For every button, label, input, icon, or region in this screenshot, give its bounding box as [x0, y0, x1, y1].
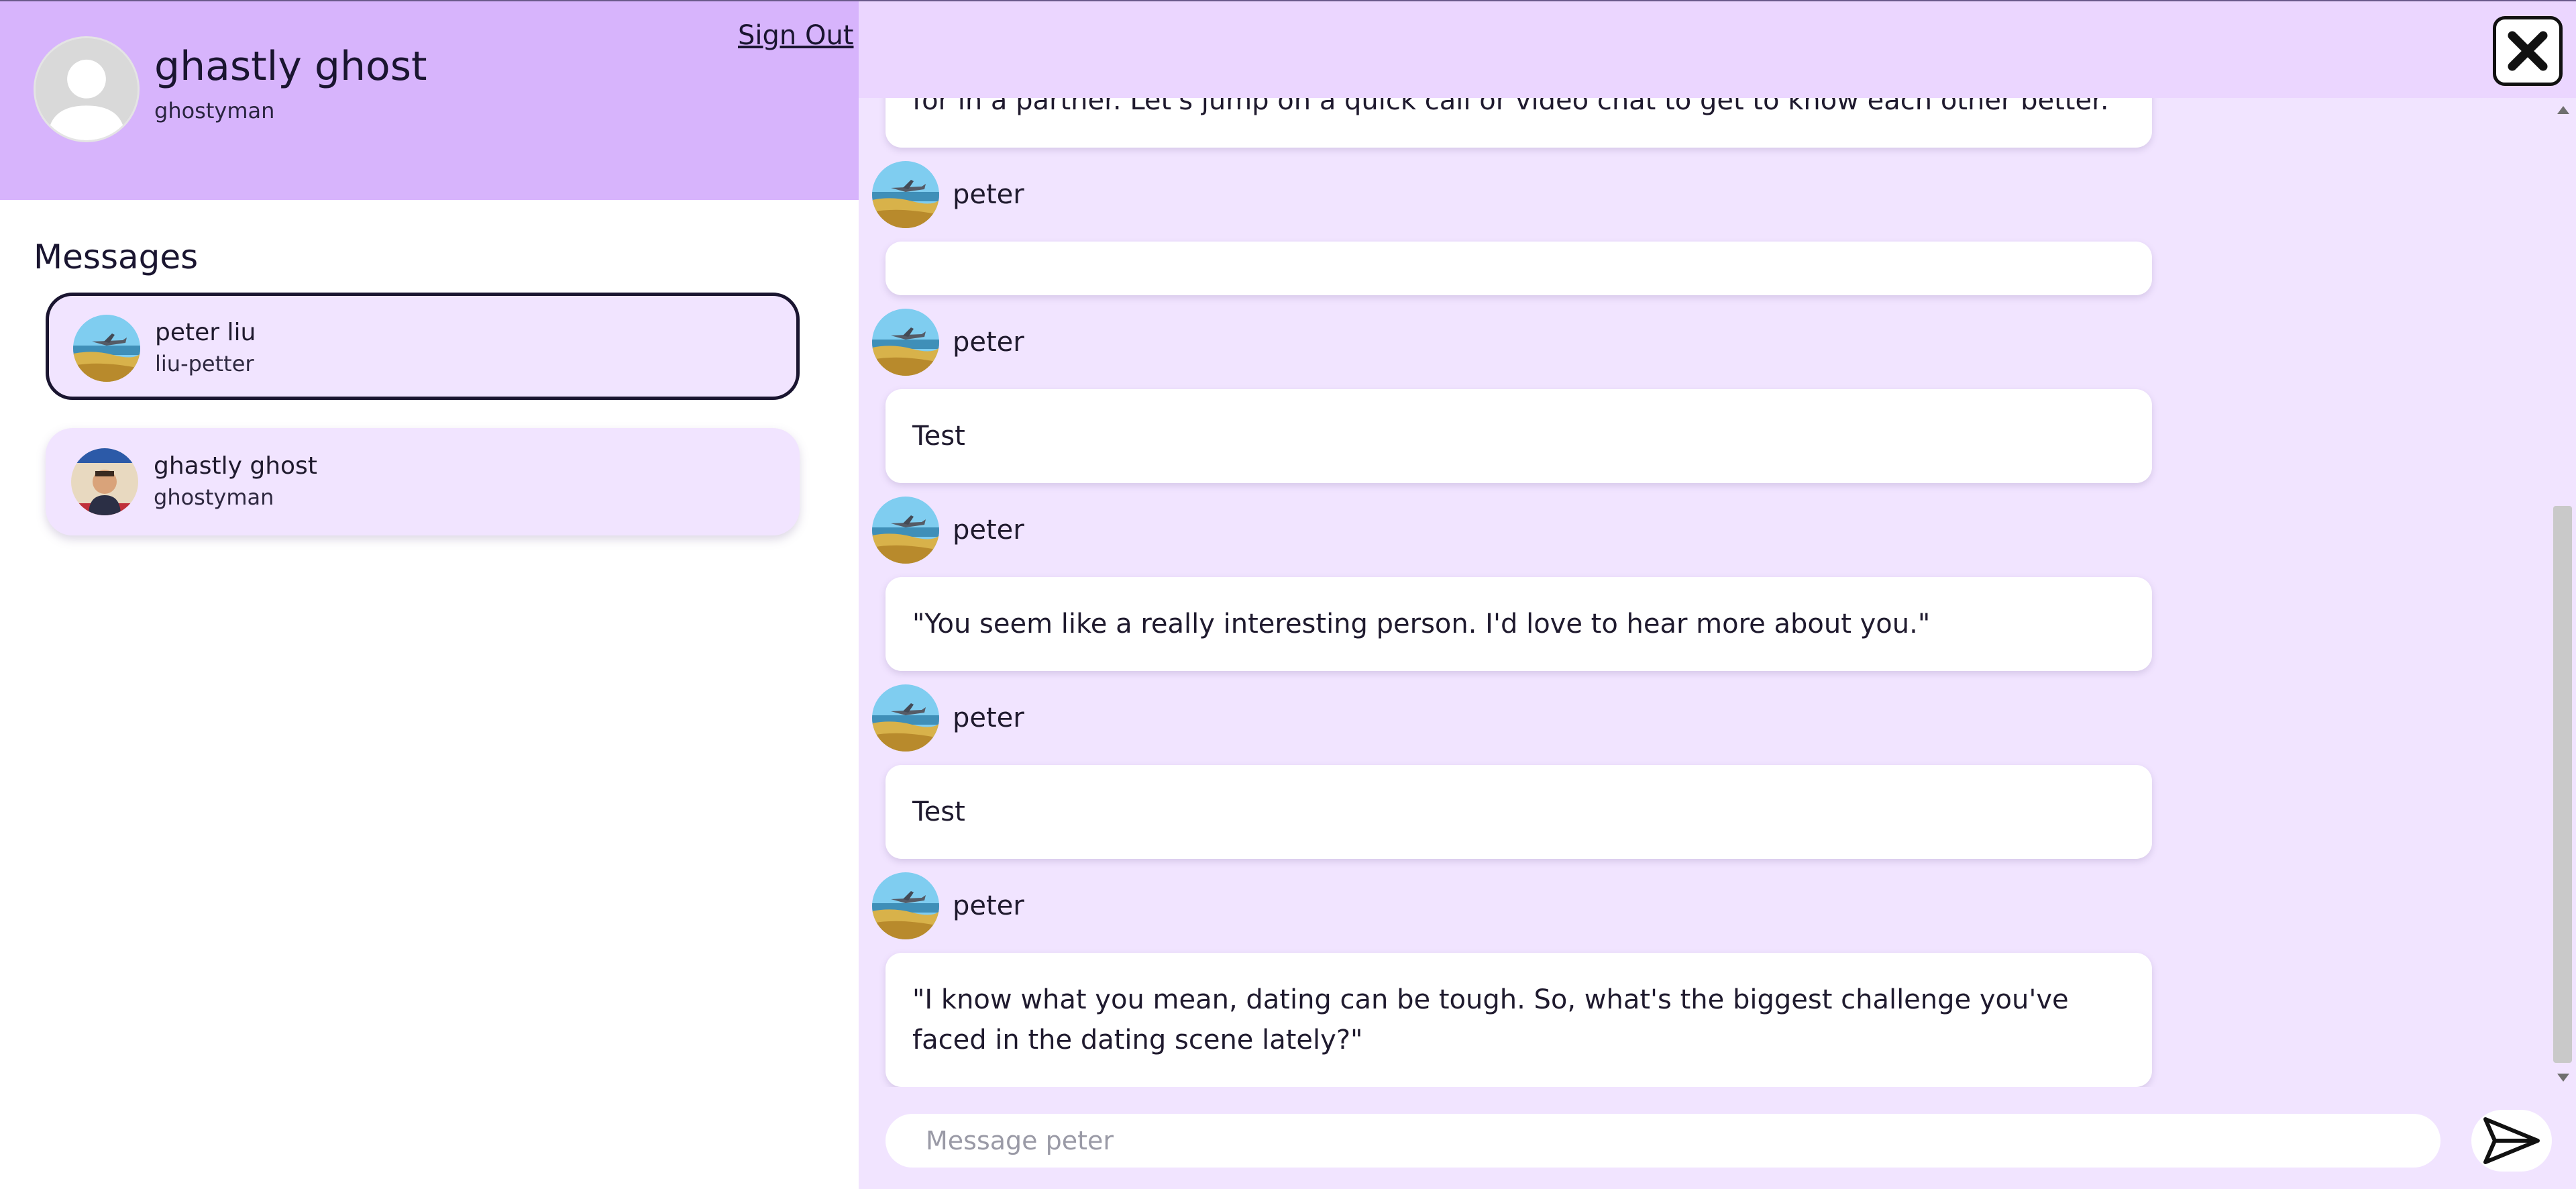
- message-text: Test: [912, 796, 965, 827]
- message-bubble: Test: [885, 765, 2152, 859]
- message-text: Test: [912, 421, 965, 452]
- message-sender: peter: [872, 497, 1024, 564]
- conversation-name: peter liu: [155, 319, 256, 346]
- airplane-photo-icon: [872, 309, 939, 376]
- airplane-photo-icon: [872, 872, 939, 939]
- close-button[interactable]: [2493, 16, 2563, 86]
- user-avatar-icon: [34, 36, 140, 142]
- close-icon: [2508, 31, 2548, 71]
- profile-header: ghastly ghost ghostyman Sign Out: [0, 0, 859, 200]
- send-icon: [2483, 1117, 2540, 1164]
- send-button[interactable]: [2471, 1110, 2552, 1172]
- scroll-up-arrow-icon[interactable]: [2557, 106, 2569, 114]
- message-bubble: Test: [885, 389, 2152, 483]
- message-list[interactable]: for in a partner. Let's jump on a quick …: [859, 0, 2542, 1087]
- airplane-photo-icon: [872, 497, 939, 564]
- conversation-username: ghostyman: [154, 484, 274, 510]
- conversation-item-ghastly-ghost[interactable]: ghastly ghost ghostyman: [46, 428, 800, 535]
- message-sender: peter: [872, 309, 1024, 376]
- conversation-item-peter-liu[interactable]: peter liu liu-petter: [46, 293, 800, 400]
- scroll-down-arrow-icon[interactable]: [2557, 1074, 2569, 1082]
- chat-panel: for in a partner. Let's jump on a quick …: [859, 0, 2576, 1189]
- vote-poster-photo-icon: [71, 448, 138, 515]
- sender-name: peter: [953, 327, 1024, 358]
- message-bubble: "You seem like a really interesting pers…: [885, 577, 2152, 671]
- sender-name: peter: [953, 703, 1024, 733]
- sender-name: peter: [953, 179, 1024, 210]
- sign-out-link[interactable]: Sign Out: [738, 20, 853, 51]
- message-sender: peter: [872, 161, 1024, 228]
- chat-top-bar: [859, 0, 2576, 98]
- message-text: "I know what you mean, dating can be tou…: [912, 984, 2069, 1055]
- sidebar: ghastly ghost ghostyman Sign Out Message…: [0, 0, 859, 1189]
- messages-title: Messages: [34, 238, 199, 276]
- chat-scrollbar[interactable]: [2549, 101, 2576, 1087]
- airplane-photo-icon: [73, 315, 140, 382]
- message-sender: peter: [872, 872, 1024, 939]
- sender-name: peter: [953, 515, 1024, 546]
- airplane-photo-icon: [872, 161, 939, 228]
- profile-name: ghastly ghost: [154, 43, 427, 90]
- scroll-thumb[interactable]: [2553, 506, 2572, 1063]
- message-text: "You seem like a really interesting pers…: [912, 609, 1931, 639]
- sender-name: peter: [953, 890, 1024, 921]
- message-input[interactable]: [885, 1114, 2440, 1168]
- message-bubble: [885, 242, 2152, 295]
- message-bubble: "I know what you mean, dating can be tou…: [885, 953, 2152, 1087]
- conversation-name: ghastly ghost: [154, 452, 317, 480]
- conversation-username: liu-petter: [155, 351, 254, 376]
- airplane-photo-icon: [872, 684, 939, 752]
- profile-username: ghostyman: [154, 98, 275, 123]
- message-sender: peter: [872, 684, 1024, 752]
